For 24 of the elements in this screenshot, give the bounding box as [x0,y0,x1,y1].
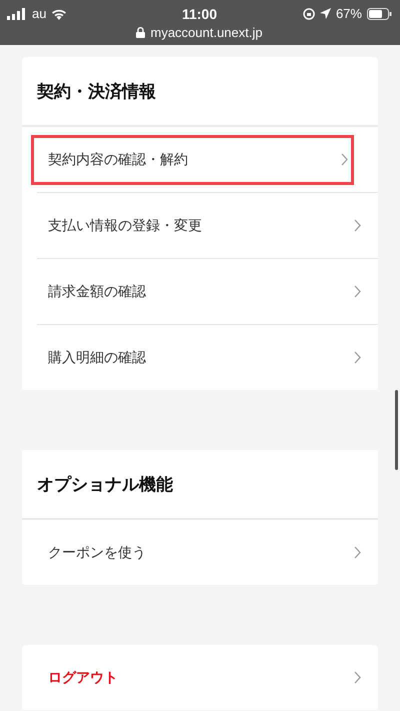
location-arrow-icon [320,8,331,19]
chevron-right-icon [354,285,361,298]
menu-item[interactable]: 契約内容の確認・解約 [31,134,354,184]
rotation-lock-icon [302,8,315,20]
chevron-right-icon [354,546,361,559]
menu-item[interactable]: 請求金額の確認 [31,266,378,316]
carrier-name: au [32,6,46,21]
section-title: オプショナル機能 [37,474,173,496]
wifi-icon [51,8,68,20]
battery-icon [366,8,392,20]
chevron-right-icon [354,351,361,364]
signal-icon [7,8,27,20]
chevron-right-icon [354,671,361,684]
menu-item[interactable]: 購入明細の確認 [31,332,378,382]
chevron-right-icon [354,219,361,232]
menu-item[interactable]: 支払い情報の登録・変更 [31,200,378,250]
url-text: myaccount.unext.jp [150,25,262,40]
clock-time: 11:00 [182,6,218,22]
menu-item[interactable]: ログアウト [31,652,378,702]
battery-percent: 67% [336,6,362,21]
lock-icon [136,27,146,38]
menu-item[interactable]: クーポンを使う [31,528,378,578]
chevron-right-icon [341,153,348,166]
section-title: 契約・決済情報 [37,80,156,102]
